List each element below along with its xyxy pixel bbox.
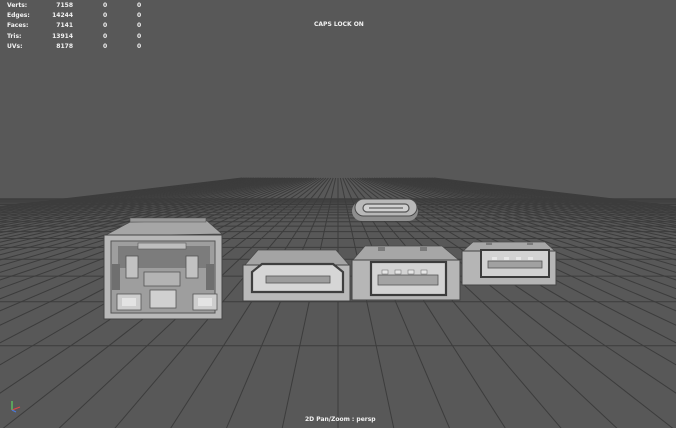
axis-gizmo [11, 401, 21, 413]
hud-value: 0 [137, 32, 142, 40]
hud-value: 0 [137, 42, 142, 50]
hud-value: 0 [137, 12, 142, 20]
perspective-grid [0, 177, 676, 428]
rj45-jack[interactable] [103, 217, 224, 320]
hdmi-port[interactable] [242, 249, 351, 302]
caps-lock-indicator: CAPS LOCK ON [314, 21, 364, 28]
hud-value: 13914 [52, 32, 73, 40]
viewport-canvas[interactable] [0, 0, 676, 428]
hud-value: 0 [103, 2, 108, 9]
hud-row: Edges: 14244 0 0 [7, 11, 147, 21]
hud-value: 8178 [56, 42, 73, 50]
hud-value: 0 [103, 42, 108, 50]
hud-row: Faces: 7141 0 0 [7, 21, 147, 31]
x-axis-line [11, 406, 21, 411]
hud-value: 0 [103, 22, 108, 30]
z-axis-line [11, 409, 17, 413]
3d-viewport[interactable]: Verts: 7158 0 0 Edges: 14244 0 0 Faces: 7141 0 0 Tri… [0, 0, 676, 428]
hud-label: Faces: [7, 22, 29, 30]
hud-value: 0 [137, 22, 142, 30]
usb-a-port-small[interactable] [460, 241, 558, 286]
camera-label: 2D Pan/Zoom : persp [305, 416, 376, 423]
hud-value: 7158 [56, 2, 73, 9]
hud-label: Edges: [7, 12, 30, 20]
hud-value: 0 [103, 32, 108, 40]
poly-count-hud: Verts: 7158 0 0 Edges: 14244 0 0 Faces: 7141 0 0 Tri… [7, 1, 147, 52]
hud-row: Verts: 7158 0 0 [7, 1, 147, 11]
hud-label: UVs: [7, 42, 23, 50]
hud-label: Verts: [7, 2, 28, 9]
hud-row: UVs: 8178 0 0 [7, 42, 147, 52]
hud-label: Tris: [7, 32, 22, 40]
usb-c-connector[interactable] [352, 198, 418, 221]
hud-value: 0 [103, 12, 108, 20]
hud-value: 14244 [52, 12, 73, 20]
hud-value: 0 [137, 2, 142, 9]
usb-a-port-large[interactable] [351, 245, 462, 301]
hud-value: 7141 [56, 22, 73, 30]
hud-row: Tris: 13914 0 0 [7, 32, 147, 42]
